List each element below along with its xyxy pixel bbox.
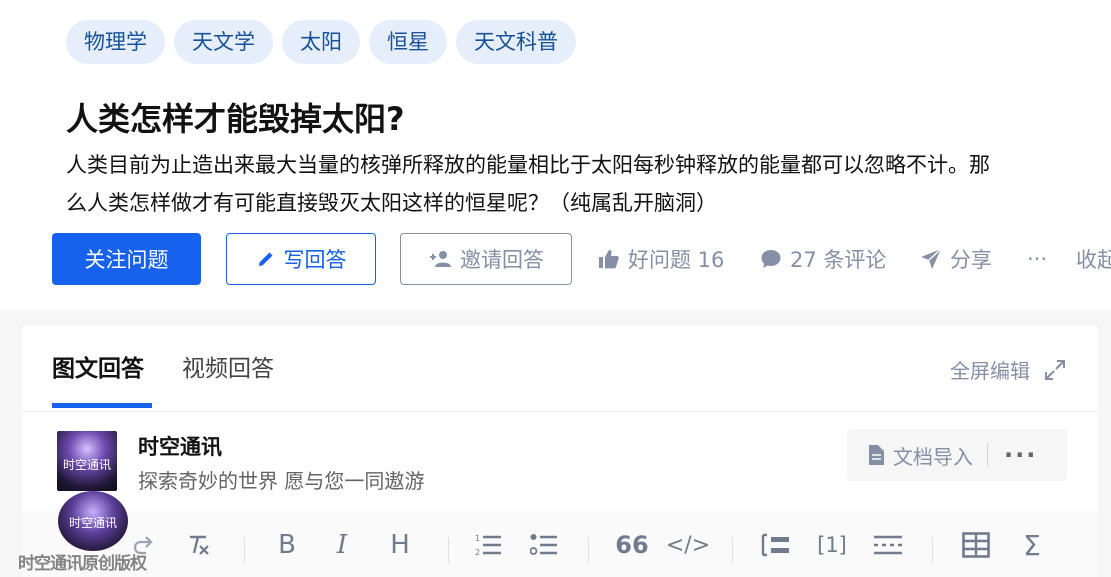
tag-astronomy[interactable]: 天文学 <box>174 20 273 64</box>
editor-toolbar: B I H 12 66 </> [1] Σ <box>22 511 1098 577</box>
follow-question-button[interactable]: 关注问题 <box>52 233 201 285</box>
add-user-icon <box>430 251 451 267</box>
author-bio: 探索奇妙的世界 愿与您一同遨游 <box>138 469 425 493</box>
divider-block-icon[interactable] <box>756 525 796 565</box>
answer-editor-card: 图文回答 视频回答 全屏编辑 时空通讯 时空通讯 探索奇妙的世界 愿与您一同遨游… <box>22 325 1098 577</box>
pencil-icon <box>258 252 272 266</box>
italic-button[interactable]: I <box>322 525 362 565</box>
comments-label: 27 条评论 <box>790 248 887 272</box>
editor-more-button[interactable]: ··· <box>1004 441 1037 469</box>
share-button[interactable]: 分享 <box>920 233 992 285</box>
write-answer-button[interactable]: 写回答 <box>226 233 376 285</box>
bullet-list-icon[interactable] <box>524 525 564 565</box>
collapse-button[interactable]: 收起 <box>1076 233 1111 285</box>
import-divider <box>987 443 988 467</box>
thumbs-up-icon <box>599 250 619 269</box>
question-detail-line-2: 么人类怎样做才有可能直接毁灭太阳这样的恒星呢？（纯属乱开脑洞） <box>66 191 717 215</box>
formula-button[interactable]: Σ <box>1012 525 1052 565</box>
question-title: 人类怎样才能毁掉太阳? <box>66 100 405 138</box>
good-question-label: 好问题 16 <box>628 248 725 272</box>
tab-video-answer[interactable]: 视频回答 <box>182 349 274 383</box>
tab-image-text-answer[interactable]: 图文回答 <box>52 349 144 383</box>
question-card: 物理学 天文学 太阳 恒星 天文科普 人类怎样才能毁掉太阳? 人类目前为止造出来… <box>0 0 1111 310</box>
author-name[interactable]: 时空通讯 <box>138 431 222 461</box>
toolbar-divider <box>732 537 733 563</box>
expand-icon <box>1045 359 1065 380</box>
heading-button[interactable]: H <box>380 525 420 565</box>
document-import-button[interactable]: 文档导入 <box>893 441 973 470</box>
table-icon[interactable] <box>956 525 996 565</box>
footnote-button[interactable]: [1] <box>812 525 852 565</box>
toolbar-divider <box>244 537 245 563</box>
toolbar-divider <box>448 537 449 563</box>
document-import-bar: 文档导入 ··· <box>847 429 1067 481</box>
question-detail-line-1: 人类目前为止造出来最大当量的核弹所释放的能量相比于太阳每秒钟释放的能量都可以忽略… <box>66 153 990 177</box>
more-options-button[interactable]: ··· <box>1027 233 1047 285</box>
tag-physics[interactable]: 物理学 <box>66 20 165 64</box>
svg-text:2: 2 <box>475 548 480 557</box>
question-action-bar: 关注问题 写回答 邀请回答 好问题 16 27 条评论 分享 ··· 收起 <box>52 233 1111 285</box>
comments-button[interactable]: 27 条评论 <box>760 233 886 285</box>
bold-button[interactable]: B <box>267 525 307 565</box>
toolbar-divider <box>932 537 933 563</box>
answer-type-tabs: 图文回答 视频回答 全屏编辑 <box>22 325 1098 412</box>
paper-plane-icon <box>921 248 942 269</box>
document-icon <box>869 445 884 465</box>
avatar[interactable]: 时空通讯 <box>57 431 117 491</box>
invite-answer-label: 邀请回答 <box>460 248 544 272</box>
share-label: 分享 <box>950 248 992 272</box>
fullscreen-edit-label: 全屏编辑 <box>950 359 1030 383</box>
horizontal-rule-icon[interactable] <box>868 525 908 565</box>
svg-text:1: 1 <box>475 534 480 543</box>
tag-astronomy-popular[interactable]: 天文科普 <box>456 20 576 64</box>
invite-answer-button[interactable]: 邀请回答 <box>400 233 572 285</box>
quote-button[interactable]: 66 <box>612 525 652 565</box>
good-question-button[interactable]: 好问题 16 <box>598 233 724 285</box>
toolbar-divider <box>588 537 589 563</box>
redo-icon[interactable] <box>124 525 164 565</box>
active-tab-indicator <box>52 403 152 408</box>
tag-star[interactable]: 恒星 <box>369 20 447 64</box>
author-info: 时空通讯 时空通讯 探索奇妙的世界 愿与您一同遨游 文档导入 ··· <box>57 429 1067 499</box>
tag-sun[interactable]: 太阳 <box>282 20 360 64</box>
write-answer-label: 写回答 <box>283 248 347 272</box>
topic-tags: 物理学 天文学 太阳 恒星 天文科普 <box>66 20 576 64</box>
clear-format-icon[interactable] <box>178 525 218 565</box>
fullscreen-edit-button[interactable]: 全屏编辑 <box>950 355 1066 384</box>
question-detail: 人类目前为止造出来最大当量的核弹所释放的能量相比于太阳每秒钟释放的能量都可以忽略… <box>66 146 1096 222</box>
comment-icon <box>761 250 781 268</box>
ordered-list-icon[interactable]: 12 <box>468 525 508 565</box>
code-button[interactable]: </> <box>666 525 710 565</box>
